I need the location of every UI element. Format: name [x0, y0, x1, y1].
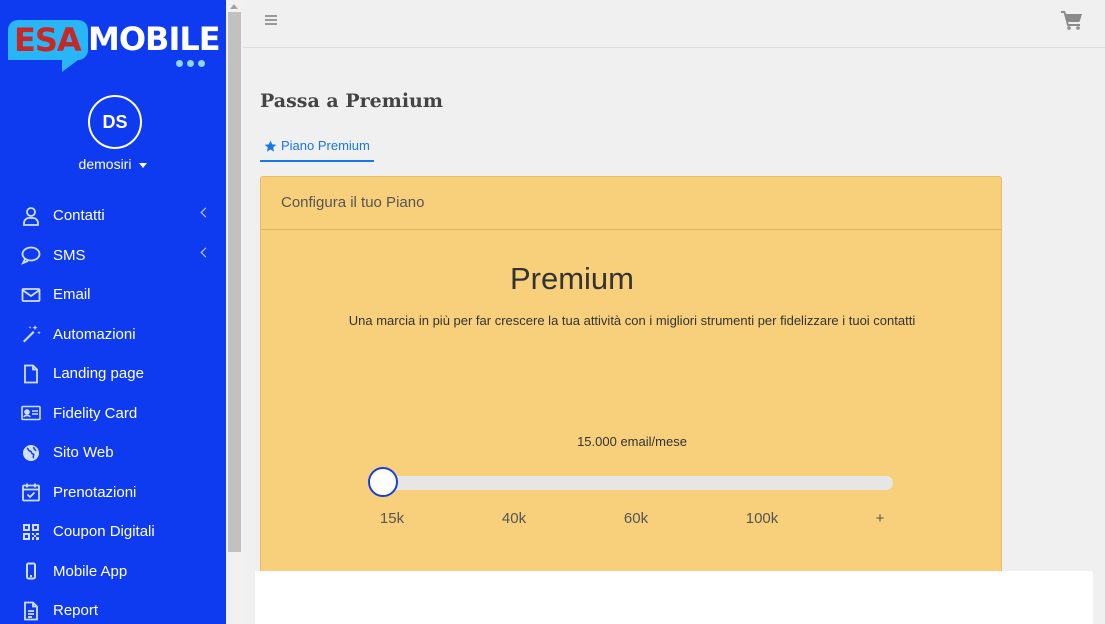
- tab-label: Piano Premium: [281, 138, 370, 153]
- shopping-cart-icon[interactable]: [1061, 10, 1083, 30]
- sidebar-item-label: Fidelity Card: [53, 404, 138, 422]
- sidebar-nav: Contatti SMS Email Automazioni Landing p…: [0, 196, 226, 624]
- sidebar-item-label: Email: [53, 286, 91, 304]
- slider-tick-15k[interactable]: 15k: [380, 510, 404, 527]
- esamobile-logo[interactable]: ESA MOBILE: [8, 16, 221, 72]
- user-menu[interactable]: demosiri: [0, 156, 226, 172]
- slider-value-label: 15.000 email/mese: [577, 434, 687, 449]
- topbar: [243, 0, 1105, 48]
- sidebar-item-landing-page[interactable]: Landing page: [0, 354, 226, 394]
- scrollbar-thumb[interactable]: [228, 12, 241, 552]
- sidebar-item-label: Landing page: [53, 365, 144, 383]
- sidebar-item-coupon-digitali[interactable]: Coupon Digitali: [0, 512, 226, 552]
- sidebar-item-label: Mobile App: [53, 562, 128, 580]
- speech-bubble-icon: [20, 244, 42, 266]
- chevron-left-icon: [200, 247, 211, 257]
- slider-tick-40k[interactable]: 40k: [502, 510, 526, 527]
- slider-tick-plus[interactable]: +: [876, 510, 885, 527]
- sidebar-item-label: SMS: [53, 246, 86, 264]
- magic-wand-icon: [20, 323, 42, 345]
- sidebar-item-fidelity-card[interactable]: Fidelity Card: [0, 394, 226, 434]
- white-overlay-panel: [255, 571, 1093, 624]
- sidebar-item-sms[interactable]: SMS: [0, 236, 226, 276]
- page-title: Passa a Premium: [260, 90, 443, 112]
- globe-icon: [20, 442, 42, 464]
- sidebar-item-mobile-app[interactable]: Mobile App: [0, 552, 226, 592]
- plan-title: Premium: [509, 261, 634, 296]
- slider-tick-60k[interactable]: 60k: [624, 510, 648, 527]
- report-file-icon: [20, 600, 42, 622]
- file-icon: [20, 363, 42, 385]
- user-icon: [20, 205, 42, 227]
- plan-description: Una marcia in più per far crescere la tu…: [348, 313, 916, 328]
- sidebar-item-contatti[interactable]: Contatti: [0, 196, 226, 236]
- sidebar: ESA MOBILE DS demosiri Contatti SMS Emai…: [0, 0, 226, 624]
- sidebar-item-label: Coupon Digitali: [53, 523, 155, 541]
- caret-down-icon: [139, 162, 148, 168]
- username-label: demosiri: [78, 156, 132, 172]
- email-volume-slider-track[interactable]: [383, 476, 893, 490]
- sidebar-item-label: Automazioni: [53, 325, 136, 343]
- plan-config-card: Configura il tuo Piano Premium Una marci…: [260, 176, 1002, 576]
- scroll-up-arrow-icon[interactable]: [230, 4, 238, 9]
- avatar[interactable]: DS: [88, 95, 142, 149]
- id-card-icon: [20, 402, 42, 424]
- sidebar-scrollbar[interactable]: [226, 0, 243, 624]
- sidebar-item-report[interactable]: Report: [0, 591, 226, 624]
- card-header: Configura il tuo Piano: [261, 177, 1001, 230]
- hamburger-menu-icon[interactable]: [265, 15, 277, 25]
- logo-mobile-text: MOBILE: [88, 20, 221, 58]
- logo-bubble: ESA: [8, 20, 88, 72]
- sidebar-item-prenotazioni[interactable]: Prenotazioni: [0, 473, 226, 513]
- qrcode-icon: [20, 521, 42, 543]
- slider-tick-100k[interactable]: 100k: [746, 510, 779, 527]
- chevron-left-icon: [200, 207, 211, 218]
- mobile-phone-icon: [20, 560, 42, 582]
- sidebar-item-label: Contatti: [53, 207, 105, 225]
- sidebar-item-email[interactable]: Email: [0, 275, 226, 315]
- envelope-icon: [20, 284, 42, 306]
- sidebar-item-label: Report: [53, 602, 99, 620]
- logo-esa-text: ESA: [14, 21, 82, 59]
- sidebar-item-sito-web[interactable]: Sito Web: [0, 433, 226, 473]
- star-icon: [264, 140, 277, 152]
- sidebar-item-label: Sito Web: [53, 444, 114, 462]
- sidebar-item-automazioni[interactable]: Automazioni: [0, 315, 226, 355]
- logo-dots: [176, 60, 212, 68]
- calendar-check-icon: [20, 481, 42, 503]
- email-volume-slider-thumb[interactable]: [368, 467, 398, 497]
- tab-piano-premium[interactable]: Piano Premium: [260, 138, 374, 162]
- sidebar-item-label: Prenotazioni: [53, 483, 137, 501]
